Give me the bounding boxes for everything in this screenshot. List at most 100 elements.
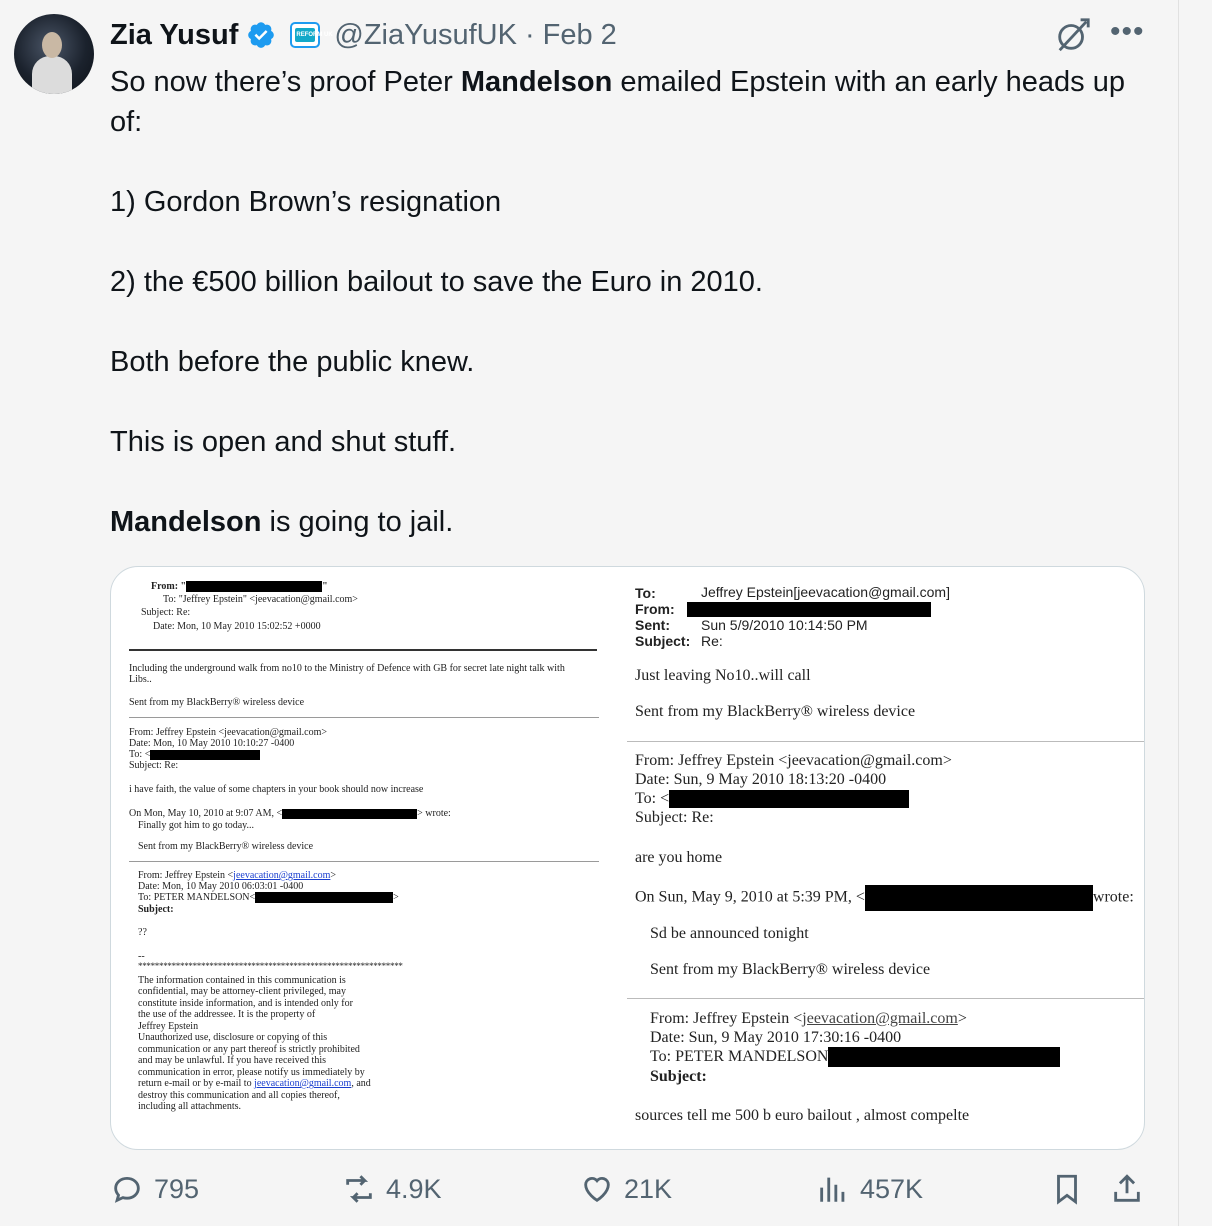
left-date2: Date: Mon, 10 May 2010 10:10:27 -0400: [129, 738, 295, 749]
attached-image[interactable]: From: " " To: "Jeffrey Epstein" <jeevacat…: [110, 566, 1145, 1150]
left-to-line: To: "Jeffrey Epstein" <jeevacation@gmail…: [163, 594, 358, 605]
like-count: 21K: [624, 1173, 673, 1204]
left-disc-end2: including all attachments.: [138, 1101, 242, 1112]
left-disclaimer-8: communication in error, please notify us…: [138, 1067, 365, 1078]
redaction-block: [150, 749, 261, 760]
right-wrote: wrote:: [1092, 888, 1134, 906]
right-quote1: Sd be announced tonight: [650, 925, 809, 942]
divider: [129, 717, 599, 718]
left-body1b: Libs..: [129, 674, 152, 685]
redaction-block: [687, 602, 931, 617]
left-from3-post: >: [330, 870, 337, 881]
right-body3: sources tell me 500 b euro bailout , alm…: [635, 1107, 970, 1124]
left-qq: ??: [138, 927, 147, 938]
right-to-value: Jeffrey Epstein[jeevacation@gmail.com]: [701, 584, 950, 600]
share-button[interactable]: [1110, 1172, 1154, 1206]
more-options-icon[interactable]: •••: [1110, 17, 1145, 47]
right-date3: Date: Sun, 9 May 2010 17:30:16 -0400: [650, 1029, 902, 1046]
left-disclaimer-2: constitute inside information, and is in…: [138, 998, 353, 1009]
reply-icon: [114, 1176, 140, 1203]
right-subject2: Subject: Re:: [635, 809, 714, 827]
author-name[interactable]: Zia Yusuf: [110, 19, 238, 52]
repost-count: 4.9K: [386, 1173, 442, 1204]
reply-count: 795: [154, 1173, 200, 1204]
text-item2: 2) the €500 billion bailout to save the …: [110, 266, 763, 298]
left-disclaimer-1: confidential, may be attorney-client pri…: [138, 986, 346, 997]
text-line1-bold: Mandelson: [460, 66, 613, 98]
right-from2: From: Jeffrey Epstein <jeevacation@gmail…: [635, 752, 952, 769]
action-bar: 795 4.9K 21K 457K: [110, 1172, 1150, 1220]
grok-icon[interactable]: [1054, 16, 1092, 54]
bookmark-icon: [1057, 1174, 1077, 1205]
left-stars: ****************************************…: [138, 961, 403, 971]
right-from3-post: >: [957, 1010, 967, 1027]
verified-badge-icon: [248, 22, 275, 48]
left-disc-end1: destroy this communication and all copie…: [138, 1090, 340, 1101]
left-subject-line: Subject: Re:: [141, 607, 191, 618]
left-body1: Including the underground walk from no10…: [129, 663, 565, 674]
views-count: 457K: [860, 1173, 924, 1204]
left-disc-link[interactable]: jeevacation@gmail.com: [254, 1078, 351, 1089]
right-sig2: Sent from my BlackBerry® wireless device: [650, 961, 931, 978]
like-button[interactable]: 21K: [580, 1172, 672, 1206]
reply-button[interactable]: 795: [110, 1172, 199, 1206]
right-sent-value: Sun 5/9/2010 10:14:50 PM: [701, 617, 868, 633]
left-from-label: From: ": [151, 581, 187, 592]
affiliate-badge-icon[interactable]: REFORM UK: [290, 22, 333, 48]
repost-button[interactable]: 4.9K: [342, 1172, 442, 1206]
left-from-end: ": [322, 581, 328, 592]
left-wrote: > wrote:: [417, 808, 451, 819]
left-from3-link[interactable]: jeevacation@gmail.com: [233, 870, 330, 881]
bookmark-button[interactable]: [1050, 1172, 1094, 1206]
text-line5-bold: Mandelson: [110, 506, 262, 538]
right-date2: Date: Sun, 9 May 2010 18:13:20 -0400: [635, 771, 887, 788]
avatar-head-shape: [42, 32, 62, 58]
left-disclaimer-5: Unauthorized use, disclosure or copying …: [138, 1032, 328, 1043]
redaction-block: [669, 790, 910, 809]
text-line3: Both before the public knew.: [110, 346, 475, 378]
avatar[interactable]: [14, 14, 94, 94]
left-date3: Date: Mon, 10 May 2010 06:03:01 -0400: [138, 881, 304, 892]
left-body2: i have faith, the value of some chapters…: [129, 784, 424, 795]
left-sig2: Sent from my BlackBerry® wireless device: [138, 841, 314, 852]
date-separator: ·: [524, 18, 535, 51]
right-sent-label: Sent:: [635, 617, 670, 633]
author-handle[interactable]: @ZiaYusufUK: [334, 19, 517, 52]
right-sig1: Sent from my BlackBerry® wireless device: [635, 703, 916, 720]
affiliate-badge-text: REFORM UK: [296, 32, 333, 38]
divider: [627, 998, 1144, 999]
heart-icon: [584, 1177, 610, 1203]
share-icon: [1114, 1174, 1140, 1202]
left-subject2: Subject: Re:: [129, 760, 179, 771]
right-body1: Just leaving No10..will call: [635, 667, 811, 684]
right-body2: are you home: [635, 849, 723, 866]
redaction-block: [186, 581, 323, 593]
redaction-block: [828, 1047, 1061, 1068]
timeline-border: [1178, 0, 1179, 1226]
tweet-text: So now there’s proof Peter Mandelson ema…: [110, 62, 1150, 542]
left-subject3: Subject:: [138, 904, 174, 915]
right-subject-value: Re:: [701, 633, 723, 649]
right-from3-link[interactable]: jeevacation@gmail.com: [802, 1010, 958, 1027]
left-to3-end: >: [393, 892, 399, 903]
left-onmon: On Mon, May 10, 2010 at 9:07 AM, <: [129, 808, 283, 819]
divider: [129, 649, 597, 651]
left-disclaimer-3: the use of the addressee. It is the prop…: [138, 1009, 316, 1020]
left-disclaimer-4: Jeffrey Epstein: [138, 1021, 199, 1032]
left-disc-last-pre: return e-mail or by e-mail to: [138, 1078, 255, 1089]
redaction-block: [282, 808, 418, 819]
text-item1: 1) Gordon Brown’s resignation: [110, 186, 502, 218]
right-to-label: To:: [635, 585, 656, 601]
left-date-line: Date: Mon, 10 May 2010 15:02:52 +0000: [153, 621, 321, 632]
text-line4: This is open and shut stuff.: [110, 426, 457, 458]
right-from-label: From:: [635, 601, 675, 617]
tweet: Zia Yusuf REFORM UK @ZiaYusufUK · Feb 2 …: [0, 0, 1178, 1226]
left-from2: From: Jeffrey Epstein <jeevacation@gmail…: [129, 727, 328, 738]
redaction-block: [255, 892, 394, 904]
tweet-date[interactable]: Feb 2: [543, 19, 617, 52]
views-button[interactable]: 457K: [816, 1172, 923, 1206]
repost-icon: [346, 1175, 372, 1203]
left-from3-pre: From: Jeffrey Epstein <: [138, 870, 234, 881]
text-line5-post: is going to jail.: [261, 506, 454, 538]
right-subject-label: Subject:: [635, 633, 691, 649]
